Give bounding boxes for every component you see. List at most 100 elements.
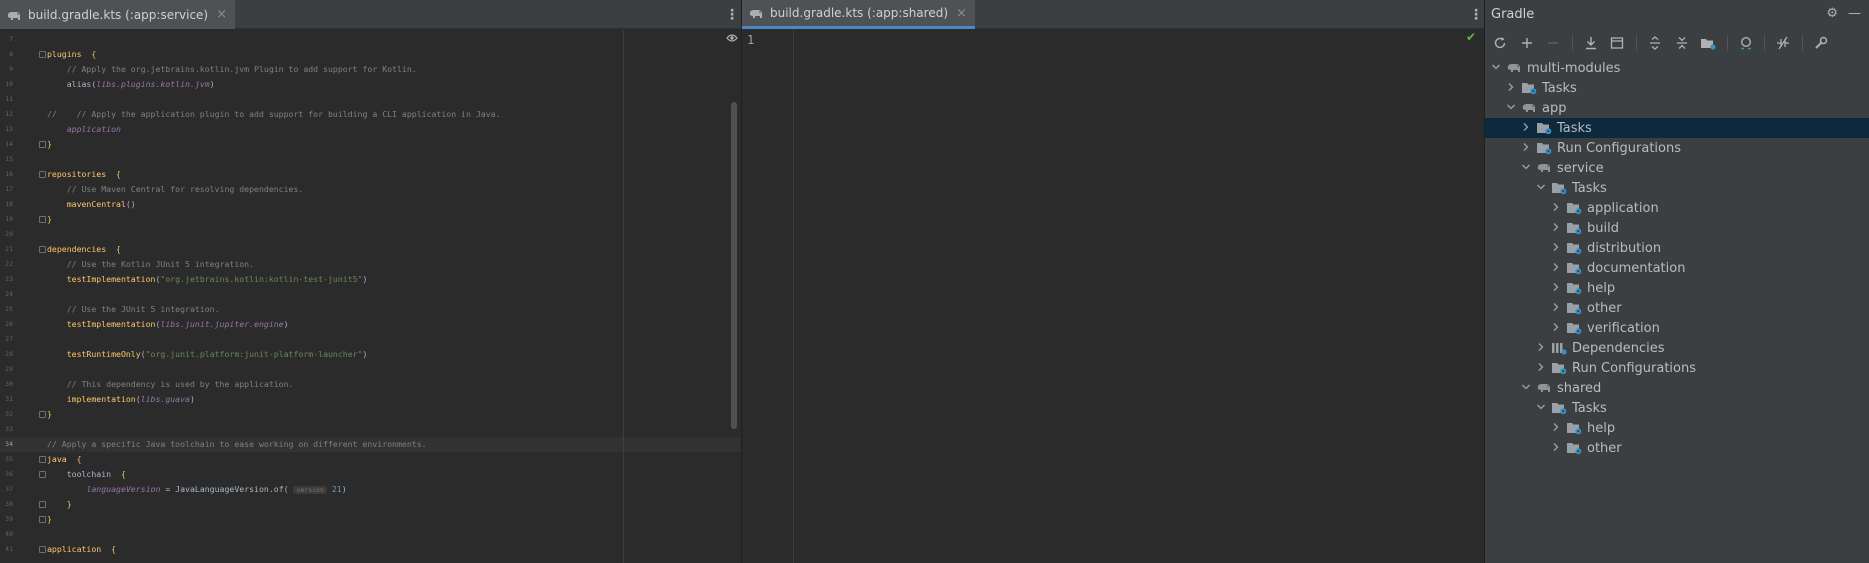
download-icon[interactable] — [1583, 35, 1599, 51]
code-line[interactable]: 38 } — [0, 497, 741, 512]
chevron-down-icon[interactable] — [1519, 382, 1533, 395]
fold-marker-icon[interactable] — [39, 51, 46, 58]
chevron-right-icon[interactable] — [1549, 422, 1563, 435]
code-line[interactable]: 39} — [0, 512, 741, 527]
code-line[interactable]: 20 — [0, 227, 741, 242]
left-more-icon[interactable]: ⋮ — [725, 7, 739, 23]
tree-node[interactable]: documentation — [1485, 258, 1869, 278]
execute-task-icon[interactable] — [1609, 35, 1625, 51]
code-line[interactable]: 10 alias(libs.plugins.kotlin.jvm) — [0, 77, 741, 92]
code-editor[interactable]: 7 8 plugins {9 // Apply the org.jetbrains.… — [0, 30, 741, 563]
tree-node[interactable]: Tasks — [1485, 118, 1869, 138]
collapse-all-icon[interactable] — [1674, 35, 1690, 51]
tree-node[interactable]: other — [1485, 298, 1869, 318]
chevron-right-icon[interactable] — [1519, 142, 1533, 155]
expand-all-icon[interactable] — [1647, 35, 1663, 51]
fold-marker-icon[interactable] — [39, 516, 46, 523]
chevron-right-icon[interactable] — [1534, 342, 1548, 355]
tree-node[interactable]: Run Configurations — [1485, 138, 1869, 158]
tree-node[interactable]: application — [1485, 198, 1869, 218]
settings-wrench-icon[interactable] — [1813, 35, 1829, 51]
code-line[interactable]: 8 plugins { — [0, 47, 741, 62]
chevron-right-icon[interactable] — [1549, 222, 1563, 235]
tree-node[interactable]: other — [1485, 438, 1869, 458]
fold-marker-icon[interactable] — [39, 141, 46, 148]
code-line[interactable]: 28 testRuntimeOnly("org.junit.platform:j… — [0, 347, 741, 362]
chevron-right-icon[interactable] — [1549, 302, 1563, 315]
chevron-down-icon[interactable] — [1534, 182, 1548, 195]
tree-node[interactable]: shared — [1485, 378, 1869, 398]
mid-more-icon[interactable]: ⋮ — [1469, 7, 1483, 23]
code-line[interactable]: 13 application — [0, 122, 741, 137]
chevron-down-icon[interactable] — [1489, 62, 1503, 75]
fold-marker-icon[interactable] — [39, 471, 46, 478]
chevron-right-icon[interactable] — [1504, 82, 1518, 95]
code-line[interactable]: 24 — [0, 287, 741, 302]
minimize-icon[interactable]: — — [1848, 6, 1861, 21]
code-line[interactable]: 7 — [0, 32, 741, 47]
tree-node[interactable]: Tasks — [1485, 398, 1869, 418]
chevron-right-icon[interactable] — [1519, 122, 1533, 135]
tree-node[interactable]: help — [1485, 278, 1869, 298]
chevron-right-icon[interactable] — [1549, 202, 1563, 215]
tree-node[interactable]: Tasks — [1485, 178, 1869, 198]
code-line[interactable]: 34 // Apply a specific Java toolchain to … — [0, 437, 741, 452]
code-line[interactable]: 21 dependencies { — [0, 242, 741, 257]
code-line[interactable]: 16 repositories { — [0, 167, 741, 182]
fold-marker-icon[interactable] — [39, 246, 46, 253]
tree-node[interactable]: Dependencies — [1485, 338, 1869, 358]
analyze-icon[interactable] — [1738, 35, 1754, 51]
code-line[interactable]: 14} — [0, 137, 741, 152]
tree-node[interactable]: app — [1485, 98, 1869, 118]
code-line[interactable]: 26 testImplementation(libs.junit.jupiter… — [0, 317, 741, 332]
tab-service-build-gradle[interactable]: build.gradle.kts (:app:service) × — [0, 0, 236, 29]
toggle-offline-icon[interactable] — [1775, 35, 1791, 51]
code-line[interactable]: 25 // Use the JUnit 5 integration. — [0, 302, 741, 317]
code-line[interactable]: 23 testImplementation("org.jetbrains.kot… — [0, 272, 741, 287]
chevron-down-icon[interactable] — [1519, 162, 1533, 175]
fold-marker-icon[interactable] — [39, 216, 46, 223]
chevron-down-icon[interactable] — [1534, 402, 1548, 415]
gear-icon[interactable]: ⚙ — [1826, 6, 1838, 21]
code-line[interactable]: 37 languageVersion = JavaLanguageVersion… — [0, 482, 741, 497]
fold-marker-icon[interactable] — [39, 411, 46, 418]
code-line[interactable]: 9 // Apply the org.jetbrains.kotlin.jvm … — [0, 62, 741, 77]
reload-icon[interactable] — [1492, 35, 1508, 51]
fold-marker-icon[interactable] — [39, 501, 46, 508]
close-tab-icon[interactable]: × — [956, 6, 967, 21]
fold-marker-icon[interactable] — [39, 456, 46, 463]
code-line[interactable]: 31 implementation(libs.guava) — [0, 392, 741, 407]
chevron-right-icon[interactable] — [1549, 442, 1563, 455]
mid-editor-line[interactable]: 1 — [742, 30, 1484, 50]
close-tab-icon[interactable]: × — [216, 7, 227, 22]
vertical-scrollbar[interactable] — [731, 102, 737, 429]
code-line[interactable]: 17 // Use Maven Central for resolving de… — [0, 182, 741, 197]
code-line[interactable]: 29 — [0, 362, 741, 377]
code-line[interactable]: 15 — [0, 152, 741, 167]
chevron-right-icon[interactable] — [1534, 362, 1548, 375]
chevron-down-icon[interactable] — [1504, 102, 1518, 115]
code-line[interactable]: 32} — [0, 407, 741, 422]
code-line[interactable]: 11 — [0, 92, 741, 107]
tree-node[interactable]: distribution — [1485, 238, 1869, 258]
chevron-right-icon[interactable] — [1549, 262, 1563, 275]
tree-node[interactable]: Tasks — [1485, 78, 1869, 98]
code-line[interactable]: 19} — [0, 212, 741, 227]
code-line[interactable]: 41 application { — [0, 542, 741, 557]
code-line[interactable]: 22 // Use the Kotlin JUnit 5 integration… — [0, 257, 741, 272]
code-line[interactable]: 36 toolchain { — [0, 467, 741, 482]
tree-node[interactable]: verification — [1485, 318, 1869, 338]
code-line[interactable]: 27 — [0, 332, 741, 347]
tree-node[interactable]: Run Configurations — [1485, 358, 1869, 378]
group-modules-icon[interactable] — [1700, 35, 1716, 51]
remove-icon[interactable] — [1545, 35, 1561, 51]
tree-node[interactable]: service — [1485, 158, 1869, 178]
chevron-right-icon[interactable] — [1549, 282, 1563, 295]
chevron-right-icon[interactable] — [1549, 242, 1563, 255]
fold-marker-icon[interactable] — [39, 546, 46, 553]
tree-node[interactable]: build — [1485, 218, 1869, 238]
code-line[interactable]: 12 // // Apply the application plugin to … — [0, 107, 741, 122]
tree-node[interactable]: help — [1485, 418, 1869, 438]
code-line[interactable]: 40 — [0, 527, 741, 542]
tree-node[interactable]: multi-modules — [1485, 58, 1869, 78]
